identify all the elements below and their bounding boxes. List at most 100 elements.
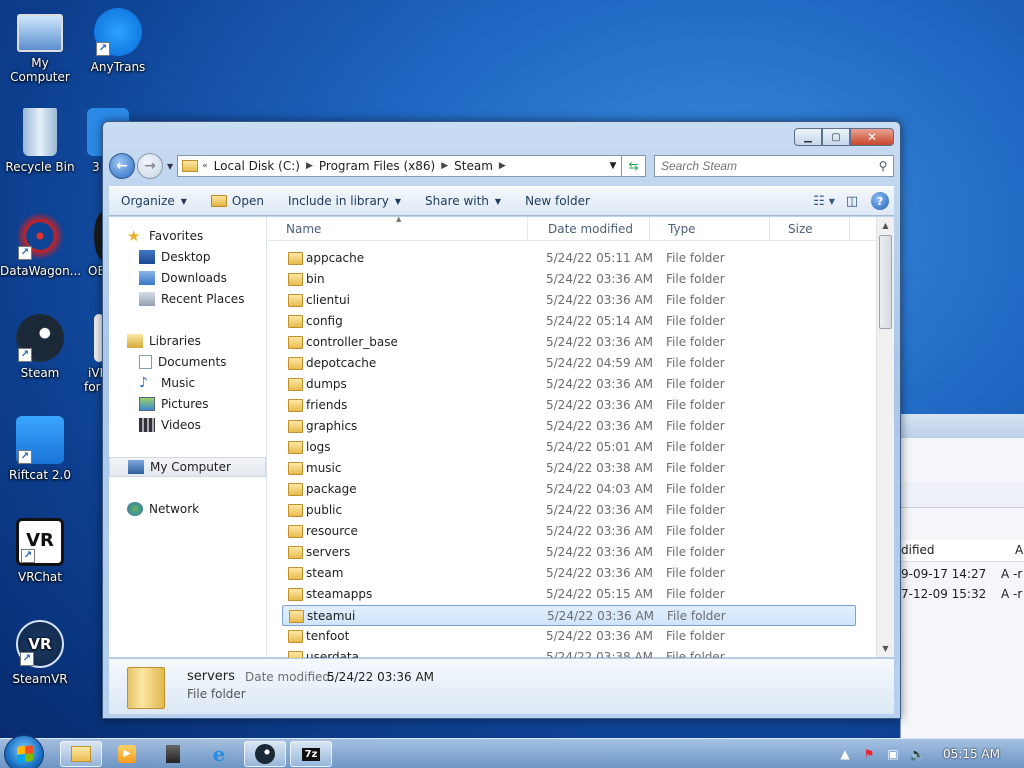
- vertical-scrollbar[interactable]: ▲ ▼: [876, 217, 894, 657]
- start-button[interactable]: [4, 735, 44, 768]
- refresh-button[interactable]: ⇆: [622, 155, 646, 177]
- file-type: File folder: [666, 482, 725, 496]
- desktop-icon-my-computer[interactable]: My Computer: [0, 10, 80, 84]
- nav-downloads[interactable]: Downloads: [139, 268, 227, 288]
- table-row[interactable]: package 5/24/22 04:03 AM File folder: [282, 479, 856, 500]
- table-row[interactable]: music 5/24/22 03:38 AM File folder: [282, 458, 856, 479]
- desktop-icon-recycle-bin[interactable]: Recycle Bin: [0, 108, 80, 174]
- nav-desktop[interactable]: Desktop: [139, 247, 211, 267]
- desktop-icon-steam[interactable]: ↗ Steam: [0, 314, 80, 380]
- view-options-button[interactable]: ☷ ▼: [810, 190, 838, 212]
- background-window-titlebar[interactable]: [901, 414, 1024, 438]
- search-input[interactable]: [661, 159, 873, 173]
- nav-network[interactable]: Network: [127, 499, 199, 519]
- table-row[interactable]: logs 5/24/22 05:01 AM File folder: [282, 437, 856, 458]
- folder-icon: [288, 567, 303, 580]
- include-in-library-button[interactable]: Include in library ▼: [276, 194, 413, 208]
- close-button[interactable]: ✕: [850, 128, 894, 146]
- share-with-button[interactable]: Share with ▼: [413, 194, 513, 208]
- taskbar-7zip[interactable]: 7z: [290, 741, 332, 767]
- file-name: controller_base: [306, 335, 398, 349]
- network-status-icon[interactable]: ▣: [885, 746, 901, 762]
- nav-libraries[interactable]: Libraries: [127, 331, 201, 351]
- forward-button[interactable]: →: [137, 153, 163, 179]
- table-row[interactable]: public 5/24/22 03:36 AM File folder: [282, 500, 856, 521]
- chevron-right-icon[interactable]: ▶: [306, 161, 313, 171]
- volume-icon[interactable]: 🔈: [909, 746, 925, 762]
- maximize-button[interactable]: ▢: [822, 128, 850, 146]
- table-row[interactable]: bin 5/24/22 03:36 AM File folder: [282, 269, 856, 290]
- background-window[interactable]: dified A 9-09-17 14:27 A -r 7-12-09 15:3…: [900, 414, 1024, 738]
- open-button[interactable]: Open: [199, 194, 276, 208]
- nav-documents[interactable]: Documents: [139, 352, 226, 372]
- nav-my-computer[interactable]: My Computer: [109, 457, 266, 477]
- address-bar[interactable]: « Local Disk (C:) ▶ Program Files (x86) …: [177, 155, 622, 177]
- nav-music[interactable]: ♪ Music: [139, 373, 195, 393]
- breadcrumb-steam[interactable]: Steam: [454, 159, 493, 173]
- show-hidden-icons-button[interactable]: ▲: [837, 746, 853, 762]
- table-row[interactable]: graphics 5/24/22 03:36 AM File folder: [282, 416, 856, 437]
- action-center-icon[interactable]: ⚑: [861, 746, 877, 762]
- file-type: File folder: [666, 272, 725, 286]
- nav-favorites[interactable]: ★ Favorites: [127, 226, 203, 246]
- table-row[interactable]: config 5/24/22 05:14 AM File folder: [282, 311, 856, 332]
- minimize-button[interactable]: ▁: [794, 128, 822, 146]
- search-box[interactable]: ⚲: [654, 155, 894, 177]
- breadcrumb-program-files[interactable]: Program Files (x86): [319, 159, 435, 173]
- scroll-down-button[interactable]: ▼: [877, 640, 894, 657]
- desktop-icon-steamvr[interactable]: VR ↗ SteamVR: [0, 620, 80, 686]
- column-header-size[interactable]: Size: [770, 217, 850, 241]
- table-row[interactable]: friends 5/24/22 03:36 AM File folder: [282, 395, 856, 416]
- desktop-icon-datawagon[interactable]: ↗ DataWagon...: [0, 212, 81, 278]
- table-row[interactable]: steamui 5/24/22 03:36 AM File folder: [282, 605, 856, 626]
- table-row[interactable]: controller_base 5/24/22 03:36 AM File fold…: [282, 332, 856, 353]
- file-type: File folder: [666, 314, 725, 328]
- explorer-window[interactable]: ▁ ▢ ✕ ← → ▼ « Local Disk (C:) ▶ Program …: [102, 121, 901, 719]
- folder-icon: [288, 525, 303, 538]
- scroll-thumb[interactable]: [879, 235, 892, 329]
- column-header-date[interactable]: Date modified: [530, 217, 650, 241]
- preview-pane-button[interactable]: ◫: [838, 190, 866, 212]
- table-row[interactable]: steamapps 5/24/22 05:15 AM File folder: [282, 584, 856, 605]
- nav-recent-places[interactable]: Recent Places: [139, 289, 244, 309]
- table-row[interactable]: dumps 5/24/22 03:36 AM File folder: [282, 374, 856, 395]
- desktop-icon-vrchat[interactable]: VR ↗ VRChat: [0, 518, 80, 584]
- taskbar-media-player[interactable]: ▶: [106, 741, 148, 767]
- back-button[interactable]: ←: [109, 153, 135, 179]
- file-date-modified: 5/24/22 03:36 AM: [546, 272, 654, 286]
- folder-icon: [288, 294, 303, 307]
- search-icon[interactable]: ⚲: [873, 159, 893, 173]
- nav-videos[interactable]: Videos: [139, 415, 201, 435]
- file-date-modified: 5/24/22 03:36 AM: [546, 566, 654, 580]
- address-dropdown[interactable]: ▼: [605, 161, 621, 171]
- table-row[interactable]: servers 5/24/22 03:36 AM File folder: [282, 542, 856, 563]
- new-folder-button[interactable]: New folder: [513, 194, 602, 208]
- scroll-up-button[interactable]: ▲: [877, 217, 894, 234]
- table-row[interactable]: tenfoot 5/24/22 03:36 AM File folder: [282, 626, 856, 647]
- taskbar-steam[interactable]: [244, 741, 286, 767]
- list-item[interactable]: 7-12-09 15:32 A -r: [901, 584, 1024, 604]
- help-button[interactable]: ?: [866, 190, 894, 212]
- column-header-type[interactable]: Type: [650, 217, 770, 241]
- table-row[interactable]: resource 5/24/22 03:36 AM File folder: [282, 521, 856, 542]
- taskbar-internet-explorer[interactable]: e: [198, 741, 240, 767]
- table-row[interactable]: appcache 5/24/22 05:11 AM File folder: [282, 248, 856, 269]
- list-item[interactable]: 9-09-17 14:27 A -r: [901, 564, 1024, 584]
- desktop-icon-anytrans[interactable]: ↗ AnyTrans: [78, 8, 158, 74]
- organize-button[interactable]: Organize ▼: [109, 194, 199, 208]
- breadcrumb-overflow[interactable]: «: [202, 161, 208, 171]
- chevron-right-icon[interactable]: ▶: [499, 161, 506, 171]
- table-row[interactable]: steam 5/24/22 03:36 AM File folder: [282, 563, 856, 584]
- taskbar-app[interactable]: [152, 741, 194, 767]
- table-row[interactable]: clientui 5/24/22 03:36 AM File folder: [282, 290, 856, 311]
- file-list[interactable]: Name ▲ Date modified Type Size appcache 5…: [268, 215, 894, 664]
- table-row[interactable]: depotcache 5/24/22 04:59 AM File folder: [282, 353, 856, 374]
- desktop-icon-riftcat[interactable]: ↗ Riftcat 2.0: [0, 416, 80, 482]
- navigation-pane: ★ Favorites Desktop Downloads Recent Plac…: [109, 217, 267, 657]
- nav-pictures[interactable]: Pictures: [139, 394, 209, 414]
- breadcrumb-local-disk[interactable]: Local Disk (C:): [214, 159, 300, 173]
- chevron-right-icon[interactable]: ▶: [441, 161, 448, 171]
- clock[interactable]: 05:15 AM: [943, 747, 1000, 761]
- taskbar-explorer[interactable]: [60, 741, 102, 767]
- recent-pages-dropdown[interactable]: ▼: [167, 162, 173, 171]
